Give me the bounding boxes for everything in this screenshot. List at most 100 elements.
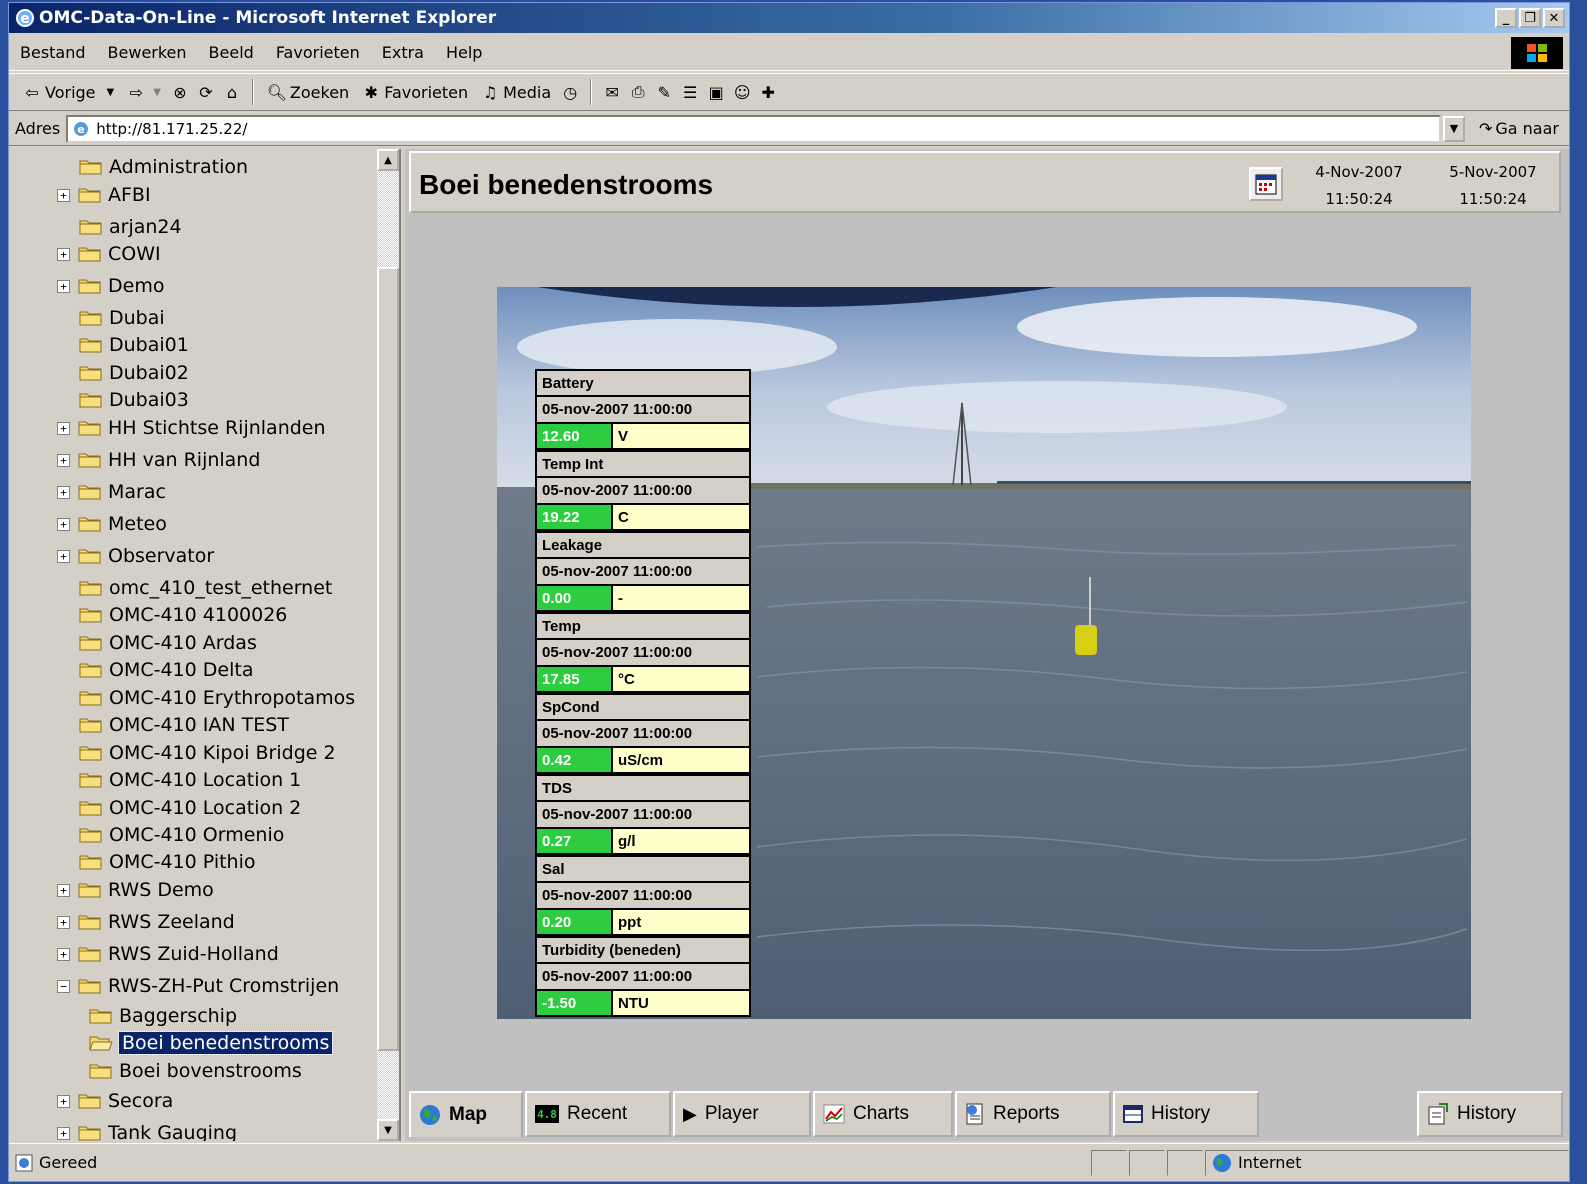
tree-item-label: HH van Rijnland [108,449,261,471]
expand-icon[interactable]: + [57,188,70,202]
reading-unit: V [613,424,749,448]
address-dropdown-button[interactable]: ▼ [1442,115,1465,142]
tree-item[interactable]: Dubai02 [57,362,189,384]
folder-icon [79,336,103,354]
tree-item[interactable]: OMC-410 IAN TEST [57,714,289,736]
expand-icon[interactable]: + [57,883,70,897]
tree-item[interactable]: Dubai03 [57,389,189,411]
stop-icon[interactable]: ⊗ [170,82,190,102]
tree-item[interactable]: OMC-410 Delta [57,659,253,681]
minimize-button[interactable]: _ [1495,8,1517,28]
forward-button[interactable]: ⇨ ▼ [123,82,164,102]
tree-item[interactable]: OMC-410 Pithio [57,851,256,873]
tree-item[interactable]: Dubai01 [57,334,189,356]
tree-item[interactable]: Baggerschip [89,1005,237,1027]
menu-bewerken[interactable]: Bewerken [97,43,198,62]
media-button[interactable]: ♫ Media [477,82,554,102]
tree-item[interactable]: + RWS Zeeland [57,911,235,933]
favorites-button[interactable]: ✱ Favorieten [358,82,471,102]
address-input[interactable]: e http://81.171.25.22/ [66,114,1441,143]
tree-item[interactable]: + RWS Zuid-Holland [57,943,279,965]
menu-extra[interactable]: Extra [371,43,435,62]
scroll-down-button[interactable]: ▼ [377,1119,399,1141]
home-icon[interactable]: ⌂ [222,82,242,102]
tree-item[interactable]: + HH van Rijnland [57,449,260,471]
scroll-up-button[interactable]: ▲ [377,149,399,171]
expand-icon[interactable]: + [57,1126,70,1140]
reading-name: Temp [535,612,751,639]
scroll-thumb[interactable] [377,267,399,1051]
tree-item-label: Demo [108,275,165,297]
maximize-button[interactable]: ❐ [1519,8,1541,28]
go-button[interactable]: ↷ Ga naar [1479,119,1559,138]
tools-icon[interactable]: ✚ [758,82,778,102]
sidebar-scrollbar[interactable]: ▲ ▼ [377,149,399,1141]
tree-item-label: Dubai03 [109,389,189,411]
tree-item[interactable]: OMC-410 Location 2 [57,797,301,819]
refresh-icon[interactable]: ⟳ [196,82,216,102]
expand-icon[interactable]: + [57,915,70,929]
reading-block: Leakage 05-nov-2007 11:00:00 0.00- [535,531,751,612]
tree-item[interactable]: omc_410_test_ethernet [57,577,332,599]
edit-icon[interactable]: ✎ [654,82,674,102]
tree-item[interactable]: + Demo [57,275,164,297]
tree-item[interactable]: + Observator [57,545,214,567]
tree-item[interactable]: Boei benedenstrooms [89,1031,334,1055]
expand-icon[interactable]: + [57,1094,70,1108]
tree-item[interactable]: arjan24 [57,216,182,238]
menu-bestand[interactable]: Bestand [9,43,97,62]
tree-item[interactable]: − RWS-ZH-Put Cromstrijen [57,975,339,997]
menu-help[interactable]: Help [435,43,493,62]
tab-charts[interactable]: Charts [813,1091,953,1137]
reading-time: 05-nov-2007 11:00:00 [535,558,751,585]
tree-item[interactable]: + COWI [57,243,161,265]
expand-icon[interactable]: + [57,247,70,261]
expand-icon[interactable]: + [57,279,70,293]
to-date: 5-Nov-2007 11:50:24 [1449,163,1537,208]
tree-item[interactable]: Dubai [57,307,165,329]
tree-item[interactable]: + HH Stichtse Rijnlanden [57,417,326,439]
menu-beeld[interactable]: Beeld [198,43,265,62]
print-icon[interactable]: ⎙ [628,82,648,102]
tree-item[interactable]: + Meteo [57,513,167,535]
tree-item[interactable]: + Secora [57,1090,173,1112]
tab-history[interactable]: History [1113,1091,1259,1137]
tree-item[interactable]: Boei bovenstrooms [89,1060,302,1082]
expand-icon[interactable]: + [57,549,70,563]
tree-item[interactable]: OMC-410 Ardas [57,632,257,654]
collapse-icon[interactable]: − [57,979,70,993]
tree-item[interactable]: + RWS Demo [57,879,214,901]
discuss-icon[interactable]: ☰ [680,82,700,102]
mail-icon[interactable]: ✉ [602,82,622,102]
tree-item[interactable]: OMC-410 Location 1 [57,769,301,791]
close-button[interactable]: ✕ [1543,8,1565,28]
tab-history-export[interactable]: History [1417,1091,1563,1137]
tree-item[interactable]: + AFBI [57,184,151,206]
menu-favorieten[interactable]: Favorieten [265,43,371,62]
tab-recent[interactable]: 4.8 Recent [525,1091,671,1137]
expand-icon[interactable]: + [57,421,70,435]
tree-item-label: Baggerschip [119,1005,238,1027]
expand-icon[interactable]: + [57,453,70,467]
tree-item[interactable]: + Tank Gauging [57,1122,237,1141]
tab-reports[interactable]: Reports [955,1091,1111,1137]
folder-icon [79,744,103,762]
expand-icon[interactable]: + [57,485,70,499]
expand-icon[interactable]: + [57,517,70,531]
folder-icon [79,158,103,176]
history-icon[interactable]: ◷ [560,82,580,102]
expand-icon[interactable]: + [57,947,70,961]
search-button[interactable]: 🔍︎ Zoeken [264,82,352,102]
tree-item[interactable]: OMC-410 Ormenio [57,824,284,846]
tab-map[interactable]: Map [409,1091,523,1137]
research-icon[interactable]: ▣ [706,82,726,102]
tree-item[interactable]: + Marac [57,481,166,503]
tree-item[interactable]: OMC-410 Erythropotamos [57,687,355,709]
messenger-icon[interactable]: ☺ [732,82,752,102]
tree-item[interactable]: OMC-410 4100026 [57,604,287,626]
tab-player[interactable]: ▶ Player [673,1091,811,1137]
tree-item[interactable]: OMC-410 Kipoi Bridge 2 [57,742,336,764]
calendar-button[interactable] [1249,167,1283,201]
tree-item[interactable]: Administration [57,156,248,178]
back-button[interactable]: ⇦ Vorige ▼ [19,82,117,102]
